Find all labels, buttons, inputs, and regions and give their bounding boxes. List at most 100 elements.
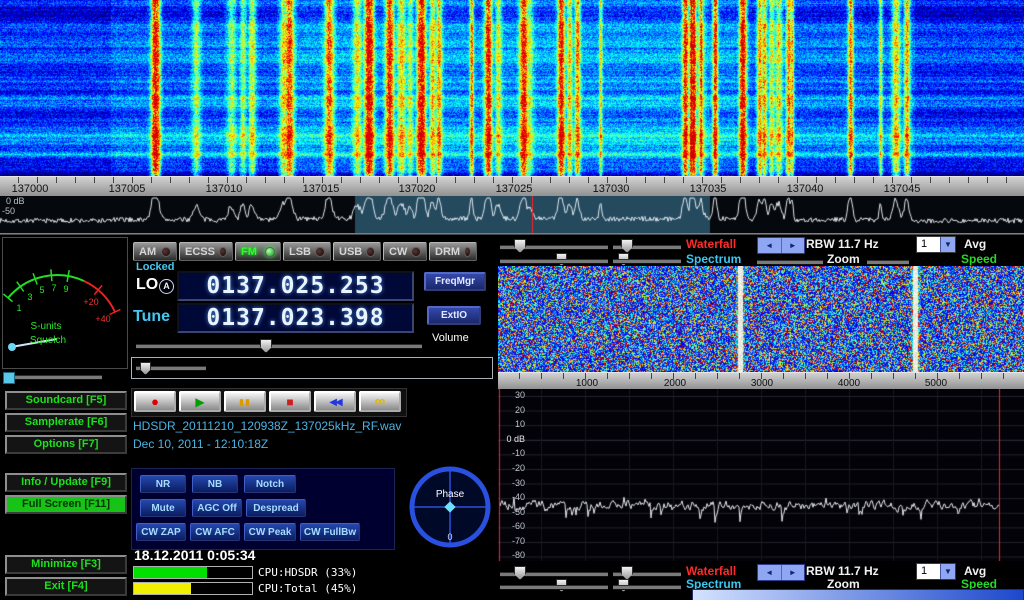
bandwidth-slider-frame[interactable] (131, 357, 493, 379)
spectrum-label: Spectrum (686, 252, 741, 266)
mode-usb[interactable]: USB (333, 242, 381, 261)
hdsdr-app: 137000 137005 137010 137015 137020 13702… (0, 0, 1024, 600)
options-button[interactable]: Options [F7] (5, 435, 127, 454)
zoom-label: Zoom (827, 252, 860, 266)
spin-left-icon[interactable]: ◄ (758, 238, 782, 253)
mode-label: USB (339, 246, 362, 258)
wf-contrast-thumb[interactable] (621, 239, 633, 253)
s-meter-tick-label: +20 (83, 297, 98, 307)
freq-tick: 137020 (392, 183, 442, 195)
recording-filename: HDSDR_20111210_120938Z_137025kHz_RF.wav (133, 419, 401, 433)
lo-frequency-display[interactable]: 0137.025.253 (177, 271, 414, 301)
spin-right-icon[interactable]: ► (782, 565, 805, 580)
squelch-slider-track[interactable] (14, 375, 102, 380)
zoom-track-right[interactable] (867, 260, 909, 265)
db-tick: 10 (499, 419, 525, 429)
avg-dropdown[interactable]: 1 ▼ (916, 236, 956, 253)
fullscreen-button[interactable]: Full Screen [F11] (5, 495, 127, 514)
loop-button[interactable]: ∞ (359, 391, 401, 412)
lock-a-badge[interactable]: A (159, 279, 174, 294)
mode-label: FM (241, 246, 257, 258)
spec2-contrast-track[interactable] (613, 585, 681, 590)
led-icon (464, 247, 471, 257)
samplerate-button[interactable]: Samplerate [F6] (5, 413, 127, 432)
spectrum-db-zero-label: 0 dB (6, 196, 25, 206)
squelch-slider-thumb[interactable] (3, 372, 15, 384)
waterfall2-speed-spinner[interactable]: ◄ ► (757, 564, 805, 581)
mode-ecss[interactable]: ECSS (179, 242, 233, 261)
spin-left-icon[interactable]: ◄ (758, 565, 782, 580)
mute-button[interactable]: Mute (140, 499, 186, 517)
speed-label: Speed (961, 252, 997, 266)
db-tick: -60 (499, 521, 525, 531)
wf2-brightness-thumb[interactable] (514, 566, 526, 580)
nb-button[interactable]: NB (192, 475, 238, 493)
db-tick: -50 (499, 507, 525, 517)
db-tick-zero: 0 dB (499, 434, 525, 444)
mode-am[interactable]: AM (133, 242, 177, 261)
bandwidth-slider-thumb[interactable] (140, 362, 151, 375)
cpu-hdsdr-fill (134, 567, 207, 578)
cw-afc-button[interactable]: CW AFC (190, 523, 240, 541)
record-button[interactable]: ● (134, 391, 176, 412)
db-tick: -40 (499, 492, 525, 502)
freq-tick: 137040 (780, 183, 830, 195)
cw-peak-button[interactable]: CW Peak (244, 523, 296, 541)
cw-zap-button[interactable]: CW ZAP (136, 523, 186, 541)
agc-button[interactable]: AGC Off (192, 499, 242, 517)
zoom-track-left[interactable] (757, 260, 823, 265)
cw-fullbw-button[interactable]: CW FullBw (300, 523, 360, 541)
play-button[interactable]: ▶ (179, 391, 221, 412)
extio-button[interactable]: ExtIO (427, 306, 481, 325)
main-frequency-scale[interactable]: 137000 137005 137010 137015 137020 13702… (0, 176, 1024, 198)
stop-button[interactable]: ■ (269, 391, 311, 412)
freqmgr-button[interactable]: FreqMgr (424, 272, 486, 291)
s-meter-tick-label: 9 (63, 284, 68, 294)
phase-label: Phase (436, 489, 465, 500)
s-meter-tick-label: 1 (16, 303, 21, 313)
nr-button[interactable]: NR (140, 475, 186, 493)
exit-button[interactable]: Exit [F4] (5, 577, 127, 596)
s-meter: 1 3 5 7 9 +20 +40 S-units Squelch (2, 237, 128, 369)
dropdown-arrow-icon[interactable]: ▼ (940, 564, 955, 579)
waterfall-speed-spinner[interactable]: ◄ ► (757, 237, 805, 254)
volume-slider-track[interactable] (136, 344, 422, 349)
lo-label: LO (136, 276, 158, 294)
volume-slider-thumb[interactable] (260, 339, 272, 353)
volume-label: Volume (432, 332, 469, 344)
main-waterfall[interactable] (0, 0, 1024, 176)
tune-frequency-display[interactable]: 0137.023.398 (177, 303, 414, 333)
spin-right-icon[interactable]: ► (782, 238, 805, 253)
main-spectrum[interactable] (0, 196, 1024, 233)
avg-dropdown-bottom[interactable]: 1 ▼ (916, 563, 956, 580)
mode-fm[interactable]: FM (235, 242, 281, 261)
wf-brightness-thumb[interactable] (514, 239, 526, 253)
rbw-label: RBW 11.7 Hz (806, 237, 879, 251)
led-icon (411, 247, 421, 257)
db-tick: 20 (499, 405, 525, 415)
record-icon: ● (151, 394, 159, 409)
af-waterfall[interactable] (498, 266, 1024, 372)
pause-button[interactable]: ▮▮ (224, 391, 266, 412)
info-update-button[interactable]: Info / Update [F9] (5, 473, 127, 492)
mode-cw[interactable]: CW (383, 242, 427, 261)
cpu-total-meter (133, 582, 253, 595)
wf2-contrast-thumb[interactable] (621, 566, 633, 580)
notch-button[interactable]: Notch (244, 475, 296, 493)
mode-drm[interactable]: DRM (429, 242, 477, 261)
avg-label-bottom: Avg (964, 564, 986, 578)
minimize-button[interactable]: Minimize [F3] (5, 555, 127, 574)
spec2-brightness-track[interactable] (500, 585, 608, 590)
dropdown-arrow-icon[interactable]: ▼ (940, 237, 955, 252)
freq-tick: 137045 (877, 183, 927, 195)
mode-label: CW (389, 246, 407, 258)
soundcard-button[interactable]: Soundcard [F5] (5, 391, 127, 410)
spec-brightness-track[interactable] (500, 259, 608, 264)
despread-button[interactable]: Despread (246, 499, 306, 517)
status-datetime: 18.12.2011 0:05:34 (134, 547, 255, 563)
spec-contrast-track[interactable] (613, 259, 681, 264)
mode-label: ECSS (185, 246, 215, 258)
mode-lsb[interactable]: LSB (283, 242, 331, 261)
af-spectrum[interactable] (498, 389, 1024, 561)
rewind-button[interactable]: ◀◀ (314, 391, 356, 412)
